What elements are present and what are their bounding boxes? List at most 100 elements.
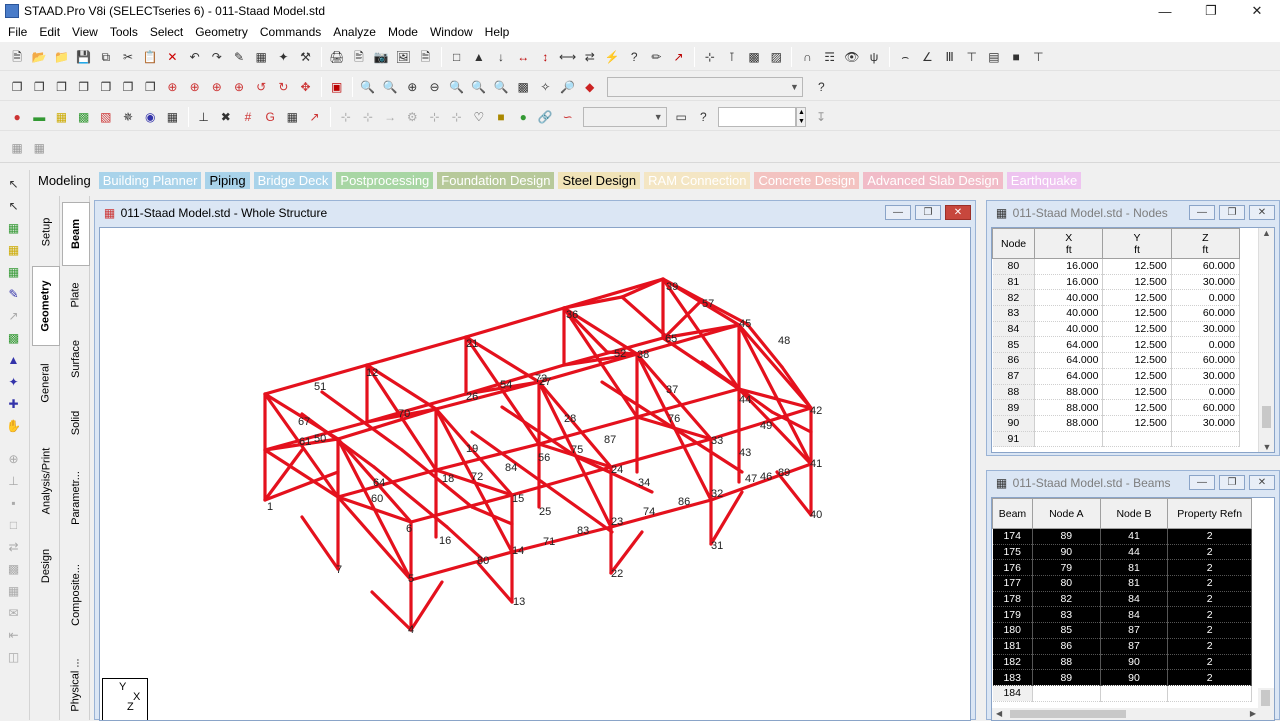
page-tab-ram-connection[interactable]: RAM Connection	[644, 171, 751, 189]
table-row[interactable]: 82 40.000 12.500 0.000	[992, 289, 1241, 307]
beam-data-cell[interactable]: 87	[1100, 622, 1169, 639]
node-id-cell[interactable]: 90	[992, 415, 1036, 432]
side-tab-plate[interactable]: Plate	[62, 270, 90, 320]
coordinate-cell[interactable]: 30.000	[1171, 274, 1241, 291]
dimension-icon[interactable]: ⟷	[559, 48, 576, 65]
member-load-icon[interactable]: ↕	[537, 48, 554, 65]
beams-col-node-b[interactable]: Node B	[1099, 498, 1169, 529]
plate-cursor-icon[interactable]: ▩	[746, 48, 763, 65]
side-tab-analysis-print[interactable]: Analysis/Print	[32, 436, 60, 526]
link-icon[interactable]: 🔗	[537, 108, 554, 125]
table-row[interactable]: 83 40.000 12.500 60.000	[992, 305, 1241, 322]
fork-icon[interactable]: ψ	[866, 48, 883, 65]
table-row[interactable]: 183 89 90 2	[992, 669, 1252, 686]
zoom-previous-icon[interactable]: 🔍	[448, 78, 465, 95]
page-tab-earthquake[interactable]: Earthquake	[1006, 171, 1082, 189]
select-beam-icon[interactable]: ▦	[5, 219, 22, 236]
beam-id-cell[interactable]: 183	[992, 669, 1033, 686]
beam-member[interactable]	[475, 560, 514, 604]
coordinate-cell[interactable]: 60.000	[1171, 399, 1241, 416]
menu-file[interactable]: File	[2, 25, 33, 39]
node-icon[interactable]: ●	[9, 108, 26, 125]
coordinate-cell[interactable]: 12.500	[1102, 415, 1172, 432]
coordinate-cell[interactable]: 12.500	[1102, 305, 1172, 322]
scroll-up-icon[interactable]: ▲	[1259, 228, 1274, 238]
paste-icon[interactable]: 📋	[142, 48, 159, 65]
table-row[interactable]: 177 80 81 2	[992, 575, 1252, 592]
beams-hscrollbar[interactable]: ◀ ▶	[992, 708, 1274, 720]
menu-window[interactable]: Window	[424, 25, 479, 39]
scroll-left-icon[interactable]: ◀	[996, 709, 1002, 718]
beam-data-cell[interactable]: 81	[1100, 575, 1169, 592]
break-icon[interactable]: ⚡	[603, 48, 620, 65]
beam-member[interactable]	[370, 590, 413, 632]
ibeam-icon[interactable]: Ⅲ	[941, 48, 958, 65]
page-tab-steel-design[interactable]: Steel Design	[558, 171, 641, 189]
beam-icon[interactable]: ▬	[31, 108, 48, 125]
table-row[interactable]: 174 89 41 2	[992, 528, 1252, 545]
connect-beams-icon[interactable]: ✖	[217, 108, 234, 125]
side-tab-design[interactable]: Design	[32, 536, 60, 596]
beam-member[interactable]	[510, 525, 613, 554]
coordinate-cell[interactable]: 12.500	[1102, 352, 1172, 369]
beam-data-cell[interactable]: 89	[1032, 528, 1101, 545]
coordinate-cell[interactable]: 30.000	[1171, 321, 1241, 338]
nodes-close-button[interactable]: ✕	[1249, 205, 1275, 220]
beam-cursor-2-icon[interactable]: ⊥	[195, 108, 212, 125]
beam-data-cell[interactable]: 2	[1167, 591, 1252, 608]
nodes-col-z[interactable]: Zft	[1170, 228, 1241, 259]
coordinate-cell[interactable]: 64.000	[1034, 336, 1104, 354]
ruler-icon[interactable]: ⊤	[1030, 48, 1047, 65]
annotation-icon[interactable]: ✏	[648, 48, 665, 65]
beam-data-cell[interactable]: 2	[1167, 559, 1252, 577]
table-row[interactable]: 181 86 87 2	[992, 638, 1252, 655]
beam-id-cell[interactable]: 174	[992, 528, 1033, 545]
rotate-up-icon[interactable]: ⊕	[164, 78, 181, 95]
beam-data-cell[interactable]: 85	[1032, 622, 1101, 639]
zoom-all-icon[interactable]: 🔍	[470, 78, 487, 95]
curve-icon[interactable]: ∽	[559, 108, 576, 125]
cut-icon[interactable]: ✂	[120, 48, 137, 65]
gray-left-8-icon[interactable]: ✉	[5, 604, 22, 621]
gray-left-7-icon[interactable]: ▦	[5, 582, 22, 599]
scroll-right-icon[interactable]: ▶	[1250, 709, 1256, 718]
rotate-right-icon[interactable]: ⊕	[230, 78, 247, 95]
zoom-in-icon[interactable]: ⊕	[404, 78, 421, 95]
beams-col-property[interactable]: Property Refn	[1167, 498, 1252, 529]
node-id-cell[interactable]: 91	[992, 431, 1036, 448]
beam-data-cell[interactable]	[1167, 685, 1252, 702]
gray-left-6-icon[interactable]: ▩	[5, 560, 22, 577]
page-tab-modeling[interactable]: Modeling	[34, 172, 95, 189]
coordinate-cell[interactable]: 12.500	[1102, 384, 1172, 401]
coordinate-cell[interactable]: 30.000	[1171, 368, 1241, 385]
nodes-col-x[interactable]: Xft	[1034, 228, 1104, 259]
table-2-icon[interactable]: ▦	[284, 108, 301, 125]
beam-data-cell[interactable]: 2	[1167, 575, 1252, 592]
render-icon[interactable]: ◆	[581, 78, 598, 95]
view-iso-2-icon[interactable]: ❐	[31, 78, 48, 95]
query-icon[interactable]: ?	[813, 78, 830, 95]
rotate-down-icon[interactable]: ⊕	[186, 78, 203, 95]
beams-close-button[interactable]: ✕	[1249, 475, 1275, 490]
print-preview-icon[interactable]: 🖹	[350, 48, 367, 65]
beam-data-cell[interactable]: 84	[1100, 606, 1169, 624]
report-icon[interactable]: 🗎	[417, 48, 434, 65]
close-button[interactable]: ✕	[1234, 0, 1280, 22]
beams-scroll-thumb[interactable]	[1261, 690, 1270, 706]
side-tab-surface[interactable]: Surface	[62, 330, 90, 388]
block-icon[interactable]: ■	[1008, 48, 1025, 65]
beam-data-cell[interactable]: 2	[1167, 638, 1252, 655]
wizard-icon[interactable]: ✦	[275, 48, 292, 65]
coordinate-cell[interactable]: 64.000	[1034, 352, 1104, 369]
node-id-cell[interactable]: 80	[992, 258, 1036, 275]
node-id-cell[interactable]: 83	[992, 305, 1036, 322]
snap-icon[interactable]: ↗	[670, 48, 687, 65]
select-add-icon[interactable]: ✚	[5, 395, 22, 412]
restore-button[interactable]: ❐	[1188, 0, 1234, 22]
beam-id-cell[interactable]: 176	[992, 559, 1033, 577]
beam-data-cell[interactable]: 88	[1032, 654, 1101, 671]
beam-data-cell[interactable]: 2	[1167, 606, 1252, 624]
beam-id-cell[interactable]: 177	[992, 575, 1033, 592]
help-box-icon[interactable]: ?	[695, 108, 712, 125]
table-row[interactable]: 86 64.000 12.500 60.000	[992, 352, 1241, 369]
